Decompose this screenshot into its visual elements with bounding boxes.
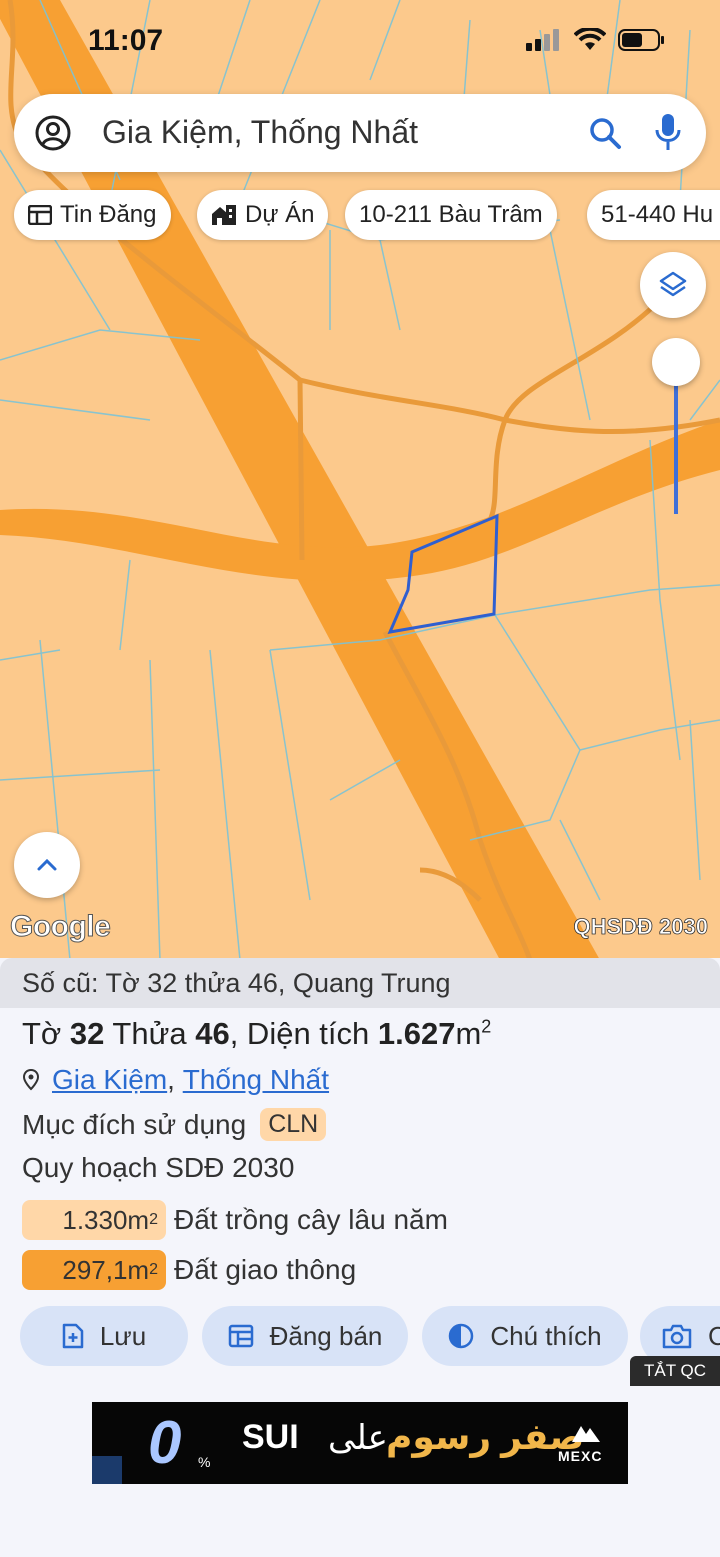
area-exponent: 2 bbox=[481, 1016, 492, 1037]
google-attribution: Google bbox=[9, 910, 111, 944]
ad-banner[interactable]: 0 % SUI على صفر رسوم MEXC bbox=[92, 1402, 628, 1484]
ad-headline: صفر رسوم bbox=[386, 1416, 585, 1457]
add-file-icon bbox=[62, 1323, 84, 1349]
camera-plus-icon bbox=[662, 1324, 692, 1349]
chevron-up-icon bbox=[37, 858, 57, 871]
save-button-label: Lưu bbox=[99, 1320, 147, 1351]
chip-label: Tin Đăng bbox=[60, 201, 157, 228]
plot-label: Thửa bbox=[104, 1016, 196, 1051]
chip-tin-dang[interactable]: Tin Đăng bbox=[14, 190, 171, 240]
road-line bbox=[299, 377, 720, 435]
location-pin-icon bbox=[22, 1069, 40, 1091]
ad-zero: 0 bbox=[148, 1409, 182, 1476]
parcel-title: Tờ 32 Thửa 46, Diện tích 1.627m2 bbox=[22, 1016, 491, 1052]
ad-brand: MEXC bbox=[558, 1448, 603, 1464]
purpose-code-badge: CLN bbox=[260, 1108, 327, 1141]
microphone-icon[interactable] bbox=[654, 112, 682, 152]
status-time: 11:07 bbox=[88, 24, 164, 57]
zone-area-exp: 2 bbox=[149, 1261, 158, 1278]
title-prefix: Tờ bbox=[22, 1016, 70, 1051]
search-icon[interactable] bbox=[588, 116, 622, 150]
ward-link[interactable]: Gia Kiệm bbox=[52, 1064, 167, 1096]
chip-bau-tram[interactable]: 10-211 Bàu Trâm bbox=[345, 190, 557, 240]
cellular-signal-icon bbox=[526, 29, 559, 51]
status-icons bbox=[526, 28, 666, 52]
zone-area-exp: 2 bbox=[149, 1211, 158, 1228]
wifi-icon bbox=[574, 28, 606, 50]
secondary-road bbox=[0, 420, 720, 582]
location-line: Gia Kiệm, Thống Nhất bbox=[22, 1064, 329, 1096]
plot-number: 46 bbox=[195, 1016, 230, 1051]
chip-label: Dự Án bbox=[245, 201, 315, 228]
legend-button[interactable]: Chú thích bbox=[422, 1306, 628, 1366]
layer-label: QHSDĐ 2030 bbox=[573, 914, 708, 940]
battery-icon bbox=[618, 29, 664, 51]
location-comma: , bbox=[167, 1064, 175, 1095]
layers-button[interactable] bbox=[640, 252, 706, 318]
chip-label: 51-440 Hu bbox=[601, 201, 714, 228]
building-icon bbox=[212, 205, 236, 225]
camera-label: C bbox=[708, 1320, 720, 1351]
search-bar[interactable]: Gia Kiệm, Thống Nhất bbox=[14, 94, 706, 172]
purpose-label: Mục đích sử dụng bbox=[22, 1108, 247, 1140]
map-canvas[interactable]: 11:07 Gia Kiệm, Thống Nhất Tin Đăng Dự Á… bbox=[0, 0, 720, 960]
newspaper-icon bbox=[28, 205, 52, 225]
expand-panel-button[interactable] bbox=[14, 832, 80, 898]
road-line bbox=[487, 419, 508, 522]
area-label: , Diện tích bbox=[229, 1016, 378, 1051]
ad-coin: SUI bbox=[242, 1418, 299, 1456]
save-button[interactable]: Lưu bbox=[20, 1306, 188, 1366]
hide-ad-button[interactable]: TẮT QC bbox=[630, 1356, 720, 1386]
road-line bbox=[502, 298, 662, 421]
old-reference: Số cũ: Tờ 32 thửa 46, Quang Trung bbox=[0, 958, 720, 1008]
search-query[interactable]: Gia Kiệm, Thống Nhất bbox=[102, 114, 418, 151]
district-link[interactable]: Thống Nhất bbox=[183, 1064, 329, 1096]
area-unit: m bbox=[455, 1016, 482, 1051]
ad-play-icon bbox=[92, 1456, 122, 1484]
purpose-line: Mục đích sử dụng CLN bbox=[22, 1108, 327, 1141]
zone-label: Đất giao thông bbox=[174, 1254, 357, 1285]
layers-icon bbox=[659, 271, 687, 297]
chip-du-an[interactable]: Dự Án bbox=[197, 190, 329, 240]
calendar-icon bbox=[228, 1324, 253, 1348]
chip-hu[interactable]: 51-440 Hu bbox=[587, 190, 720, 240]
post-sale-label: Đăng bán bbox=[269, 1320, 383, 1351]
sheet-number: 32 bbox=[69, 1016, 105, 1051]
mexc-logo-icon bbox=[572, 1426, 600, 1442]
zone-area: 1.330m bbox=[62, 1204, 150, 1235]
legend-label: Chú thích bbox=[490, 1320, 602, 1351]
ad-ala: على bbox=[328, 1419, 388, 1457]
area-value: 1.627 bbox=[377, 1016, 456, 1051]
opacity-slider-knob[interactable] bbox=[652, 338, 700, 386]
half-circle-icon bbox=[449, 1323, 474, 1349]
zone-row: 1.330m 2 Đất trồng cây lâu năm bbox=[22, 1200, 448, 1240]
zone-label: Đất trồng cây lâu năm bbox=[174, 1204, 448, 1235]
post-sale-button[interactable]: Đăng bán bbox=[202, 1306, 408, 1366]
zone-area: 297,1m bbox=[62, 1254, 150, 1285]
zone-row: 297,1m 2 Đất giao thông bbox=[22, 1250, 356, 1290]
plan-label: Quy hoạch SDĐ 2030 bbox=[22, 1152, 295, 1183]
chip-label: 10-211 Bàu Trâm bbox=[359, 201, 543, 228]
ad-percent: % bbox=[198, 1454, 211, 1470]
account-icon[interactable] bbox=[34, 114, 72, 152]
zone-area-swatch: 1.330m 2 bbox=[22, 1200, 166, 1240]
zone-area-swatch: 297,1m 2 bbox=[22, 1250, 166, 1290]
action-buttons: Lưu Đăng bán Chú thích C bbox=[0, 1306, 720, 1366]
status-bar: 11:07 bbox=[0, 0, 720, 88]
